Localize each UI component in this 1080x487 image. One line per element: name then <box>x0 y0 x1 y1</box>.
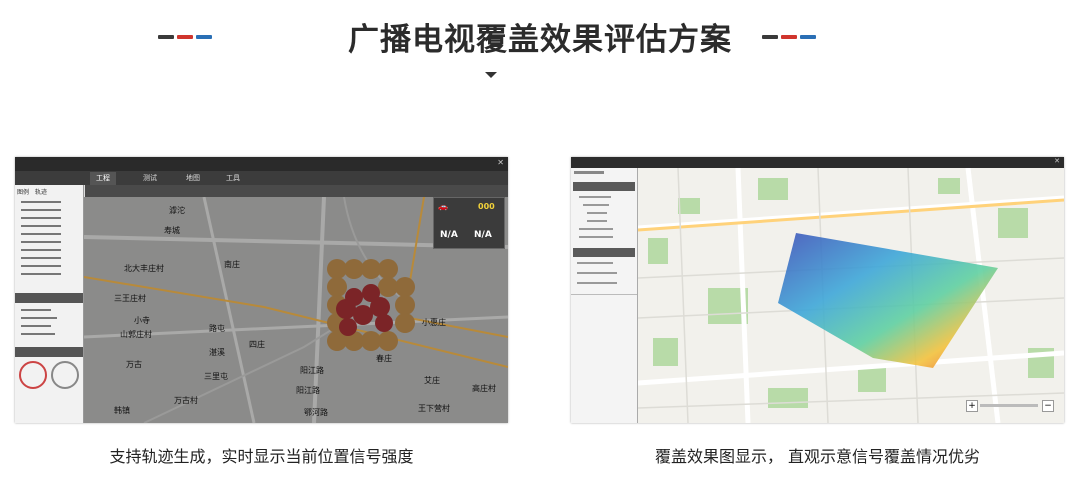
map-label: 韩镇 <box>114 406 130 415</box>
map-label: 滹沱 <box>169 206 185 215</box>
map-label: 三里屯 <box>204 372 228 381</box>
map-label: 小寺 <box>134 316 150 325</box>
close-icon[interactable]: ✕ <box>497 158 504 167</box>
map-label: 万古 <box>126 360 142 369</box>
map-label: 北大丰庄村 <box>124 264 164 273</box>
sidebar: 图例 轨迹 <box>15 185 84 423</box>
map-label: 南庄 <box>224 260 240 269</box>
radio-icon <box>51 361 79 389</box>
coverage-screenshot: ✕ + − <box>571 157 1064 423</box>
tab-tools[interactable]: 工具 <box>220 172 246 185</box>
toolbar <box>85 185 508 197</box>
map-label: 艾庄 <box>424 376 440 385</box>
page-title: 广播电视覆盖效果评估方案 <box>348 22 732 58</box>
signal-status-panel: 000 🚗 N/A N/A <box>433 197 505 249</box>
window-titlebar: ✕ <box>15 157 508 171</box>
zoom-out-button[interactable]: − <box>1042 400 1054 412</box>
map-label: 高庄村 <box>472 384 496 393</box>
sidebar-tab-track[interactable]: 轨迹 <box>35 187 47 196</box>
caption-left: 支持轨迹生成，实时显示当前位置信号强度 <box>109 447 414 466</box>
signal-counter: 000 <box>478 202 495 211</box>
sidebar-tab-legend[interactable]: 图例 <box>17 187 29 196</box>
signal-gauge-icon <box>19 361 47 389</box>
map-label: 阳江路 <box>300 366 324 375</box>
map-label: 寿城 <box>164 226 180 235</box>
map-label: 王下营村 <box>418 404 450 413</box>
map-label: 鄂河路 <box>304 408 328 417</box>
map-label: 小惠庄 <box>422 318 446 327</box>
map-view[interactable] <box>638 168 1064 423</box>
window-titlebar: ✕ <box>571 157 1064 168</box>
tab-map[interactable]: 地图 <box>180 172 206 185</box>
map-label: 阳江路 <box>296 386 320 395</box>
map-label: 万古村 <box>174 396 198 405</box>
tab-test[interactable]: 测试 <box>137 172 163 185</box>
close-icon[interactable]: ✕ <box>1054 157 1060 165</box>
zoom-slider[interactable] <box>980 404 1038 407</box>
caption-right: 覆盖效果图显示， 直观示意信号覆盖情况优劣 <box>654 447 981 466</box>
trajectory-screenshot: ✕ 工程 测试 地图 工具 图例 轨迹 滹沱 寿城 北大丰庄村 三王庄村 小寺 … <box>15 157 508 423</box>
app-tabbar: 工程 测试 地图 工具 <box>15 171 508 185</box>
chevron-down-icon <box>485 72 497 78</box>
zoom-control: + − <box>966 400 1054 412</box>
title-decoration-right <box>762 35 822 39</box>
map-label: 湛溪 <box>209 348 225 357</box>
sidebar <box>571 168 638 423</box>
zoom-in-button[interactable]: + <box>966 400 978 412</box>
map-label: 春庄 <box>376 354 392 363</box>
tab-project[interactable]: 工程 <box>90 172 116 185</box>
map-label: 路屯 <box>209 324 225 333</box>
car-icon: 🚗 <box>438 202 448 211</box>
map-label: 四庄 <box>249 340 265 349</box>
map-label: 三王庄村 <box>114 294 146 303</box>
map-label: 山郭庄村 <box>120 330 152 339</box>
status-value-1: N/A <box>440 230 458 240</box>
status-value-2: N/A <box>474 230 492 240</box>
